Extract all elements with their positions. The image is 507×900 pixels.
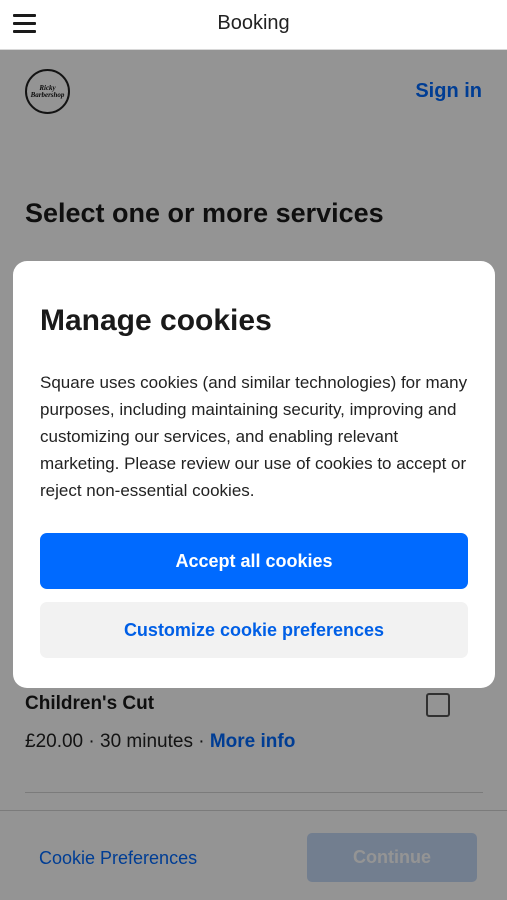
customize-cookie-preferences-button[interactable]: Customize cookie preferences: [40, 602, 468, 658]
top-bar: Booking: [0, 0, 507, 50]
accept-all-cookies-button[interactable]: Accept all cookies: [40, 533, 468, 589]
cookie-modal: Manage cookies Square uses cookies (and …: [13, 261, 495, 688]
page-title: Booking: [217, 12, 290, 34]
modal-title: Manage cookies: [40, 304, 272, 337]
modal-body-text: Square uses cookies (and similar technol…: [40, 373, 468, 500]
